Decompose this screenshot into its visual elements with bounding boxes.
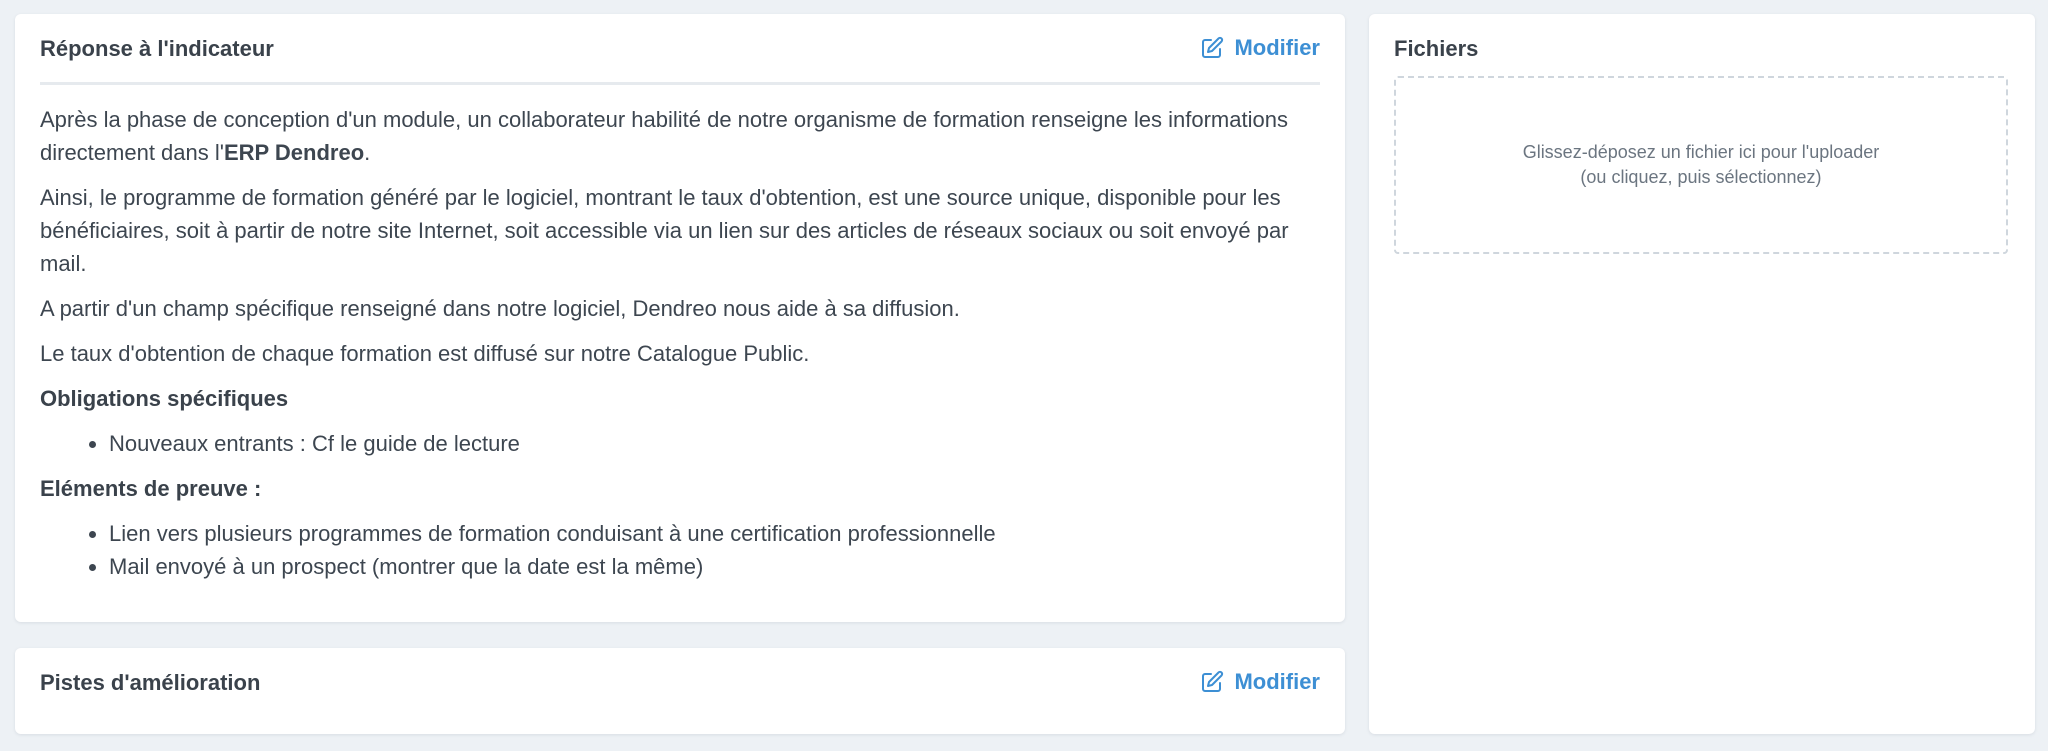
erp-dendreo-text: ERP Dendreo	[223, 140, 365, 165]
improvement-header: Pistes d'amélioration Modifier	[40, 648, 1320, 718]
response-paragraph-1: Après la phase de conception d'un module…	[40, 103, 1320, 169]
edit-icon	[1202, 36, 1224, 58]
dropzone-hint: (ou cliquez, puis sélectionnez)	[1580, 167, 1822, 187]
edit-response-button[interactable]: Modifier	[1200, 35, 1320, 61]
list-item: Mail envoyé à un prospect (montrer que l…	[109, 550, 1320, 583]
response-paragraph-3: A partir d'un champ spécifique renseigné…	[40, 296, 960, 321]
files-title: Fichiers	[1394, 36, 1479, 61]
files-card: Fichiers Glissez-déposez un fichier ici …	[1369, 14, 2035, 734]
edit-improvement-button[interactable]: Modifier	[1200, 669, 1320, 695]
list-item: Lien vers plusieurs programmes de format…	[109, 517, 1320, 550]
indicator-response-content: Après la phase de conception d'un module…	[40, 103, 1320, 583]
list-item: Nouveaux entrants : Cf le guide de lectu…	[109, 427, 1320, 460]
indicator-response-header: Réponse à l'indicateur Modifier	[40, 14, 1320, 85]
preuve-heading: Eléments de preuve :	[40, 476, 262, 501]
preuve-list: Lien vers plusieurs programmes de format…	[40, 517, 1320, 583]
improvement-card: Pistes d'amélioration Modifier	[15, 648, 1345, 734]
obligations-heading: Obligations spécifiques	[40, 386, 289, 411]
dropzone-instruction: Glissez-déposez un fichier ici pour l'up…	[1522, 142, 1880, 162]
edit-icon	[1202, 670, 1224, 692]
page: Réponse à l'indicateur Modifier Après la…	[0, 0, 2048, 751]
obligations-list: Nouveaux entrants : Cf le guide de lectu…	[40, 427, 1320, 460]
paragraph-1-end: .	[364, 140, 371, 165]
response-paragraph-4: Le taux d'obtention de chaque formation …	[40, 341, 810, 366]
improvement-title: Pistes d'amélioration	[40, 670, 261, 695]
indicator-response-title: Réponse à l'indicateur	[40, 36, 274, 61]
response-paragraph-2: Ainsi, le programme de formation généré …	[40, 185, 1289, 276]
indicator-response-card: Réponse à l'indicateur Modifier Après la…	[15, 14, 1345, 622]
edit-improvement-label: Modifier	[1234, 669, 1320, 694]
files-header: Fichiers	[1394, 14, 2010, 84]
file-dropzone[interactable]: Glissez-déposez un fichier ici pour l'up…	[1394, 76, 2008, 254]
edit-response-label: Modifier	[1234, 35, 1320, 60]
